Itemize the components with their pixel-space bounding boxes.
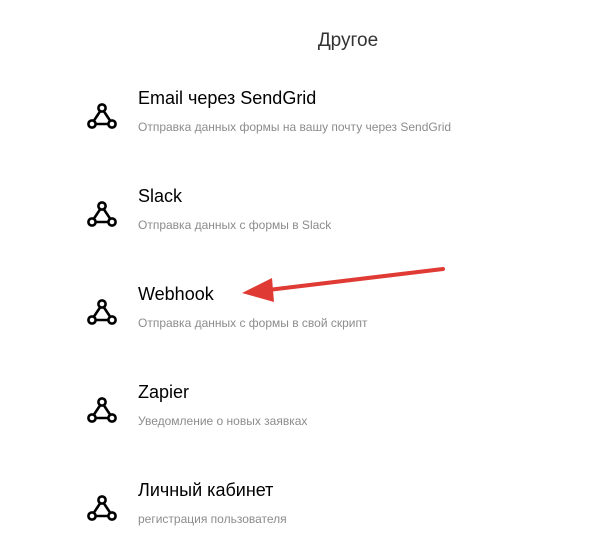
red-arrow-icon [242, 267, 445, 302]
integration-item-webhook[interactable]: Webhook Отправка данных с формы в свой с… [80, 284, 530, 346]
integration-item-slack[interactable]: Slack Отправка данных с формы в Slack [80, 186, 530, 248]
integration-description: Отправка данных формы на вашу почту чере… [138, 120, 452, 134]
integration-title: Slack [138, 186, 183, 206]
integration-description: Уведомление о новых заявках [138, 414, 308, 428]
integration-description: Отправка данных с формы в Slack [138, 218, 332, 232]
webhook-icon [86, 199, 118, 229]
integration-item-personal-account[interactable]: Личный кабинет регистрация пользователя [80, 480, 530, 542]
integration-title: Личный кабинет [138, 480, 274, 500]
integration-description: регистрация пользователя [138, 512, 287, 526]
integration-title: Webhook [138, 284, 214, 304]
webhook-icon [86, 297, 118, 327]
webhook-icon [86, 101, 118, 131]
integration-title: Email через SendGrid [138, 88, 317, 108]
integration-item-zapier[interactable]: Zapier Уведомление о новых заявках [80, 382, 530, 444]
webhook-icon [86, 395, 118, 425]
section-title: Другое [317, 30, 379, 51]
integration-description: Отправка данных с формы в свой скрипт [138, 316, 368, 330]
integration-title: Zapier [138, 382, 190, 402]
webhook-icon [86, 493, 118, 523]
integration-item-sendgrid[interactable]: Email через SendGrid Отправка данных фор… [80, 88, 530, 150]
